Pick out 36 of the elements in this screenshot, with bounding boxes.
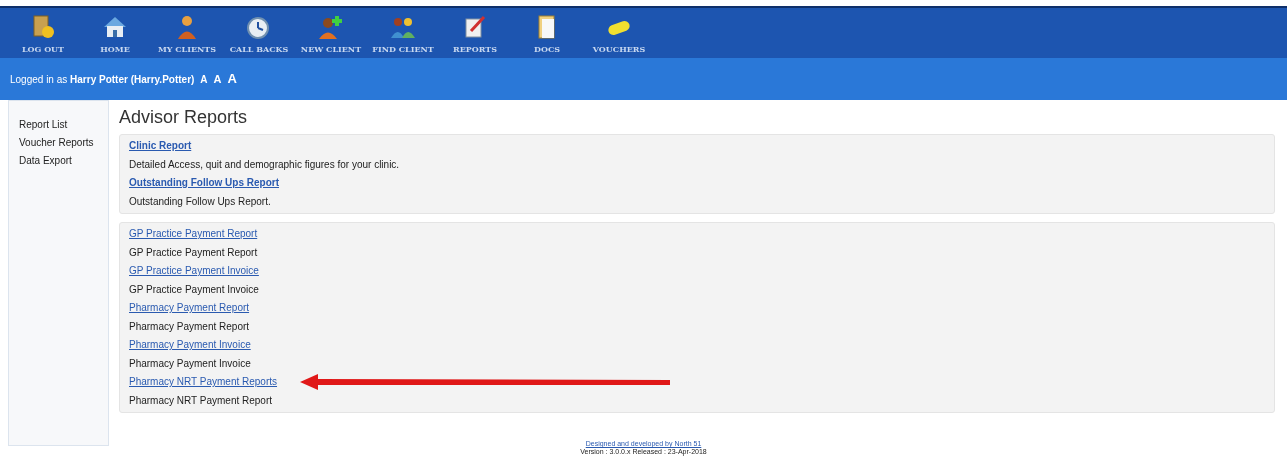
sidebar-link[interactable]: Data Export [19,153,108,168]
report-link[interactable]: Clinic Report [129,140,192,153]
house-icon [102,14,128,40]
login-status: Logged in as Harry Potter (Harry.Potter) [10,72,195,87]
nav-button[interactable]: MY CLIENTS [154,14,220,55]
font-size-button[interactable]: A [227,69,237,89]
report-description: GP Practice Payment Report [129,246,259,259]
clipboard-icon [462,14,488,40]
nav-button[interactable]: DOCS [514,14,580,55]
report-description: Detailed Access, quit and demographic figures for your clinic. [129,158,401,171]
report-link[interactable]: Pharmacy Payment Report [129,302,250,315]
report-link[interactable]: Outstanding Follow Ups Report [129,177,279,190]
font-size-button[interactable]: A [200,71,208,87]
clock-icon [246,14,272,40]
nav-button[interactable]: LOG OUT [10,14,76,55]
nav-button[interactable]: HOME [82,14,148,55]
sidebar-link[interactable]: Voucher Reports [19,135,108,150]
person-plus-icon [318,14,344,40]
report-description: Pharmacy NRT Payment Report [129,394,274,407]
report-link[interactable]: GP Practice Payment Invoice [129,265,259,278]
report-description: Pharmacy Payment Report [129,320,251,333]
report-link[interactable]: Pharmacy Payment Invoice [129,339,251,352]
sidebar-link[interactable]: Report List [19,117,108,132]
nav-button[interactable]: NEW CLIENT [298,14,364,55]
nav-button[interactable]: VOUCHERS [586,14,652,55]
report-link[interactable]: Pharmacy NRT Payment Reports [129,376,278,389]
report-description: Pharmacy Payment Invoice [129,357,252,370]
nav-button[interactable]: REPORTS [442,14,508,55]
font-size-button[interactable]: A [213,70,222,88]
report-description: Outstanding Follow Ups Report. [129,195,272,208]
page-title: Advisor Reports [119,106,249,128]
door-icon [30,14,56,40]
report-link[interactable]: GP Practice Payment Report [129,228,258,241]
nav-button[interactable]: FIND CLIENT [370,14,436,55]
nav-button[interactable]: CALL BACKS [226,14,292,55]
report-description: GP Practice Payment Invoice [129,283,260,296]
